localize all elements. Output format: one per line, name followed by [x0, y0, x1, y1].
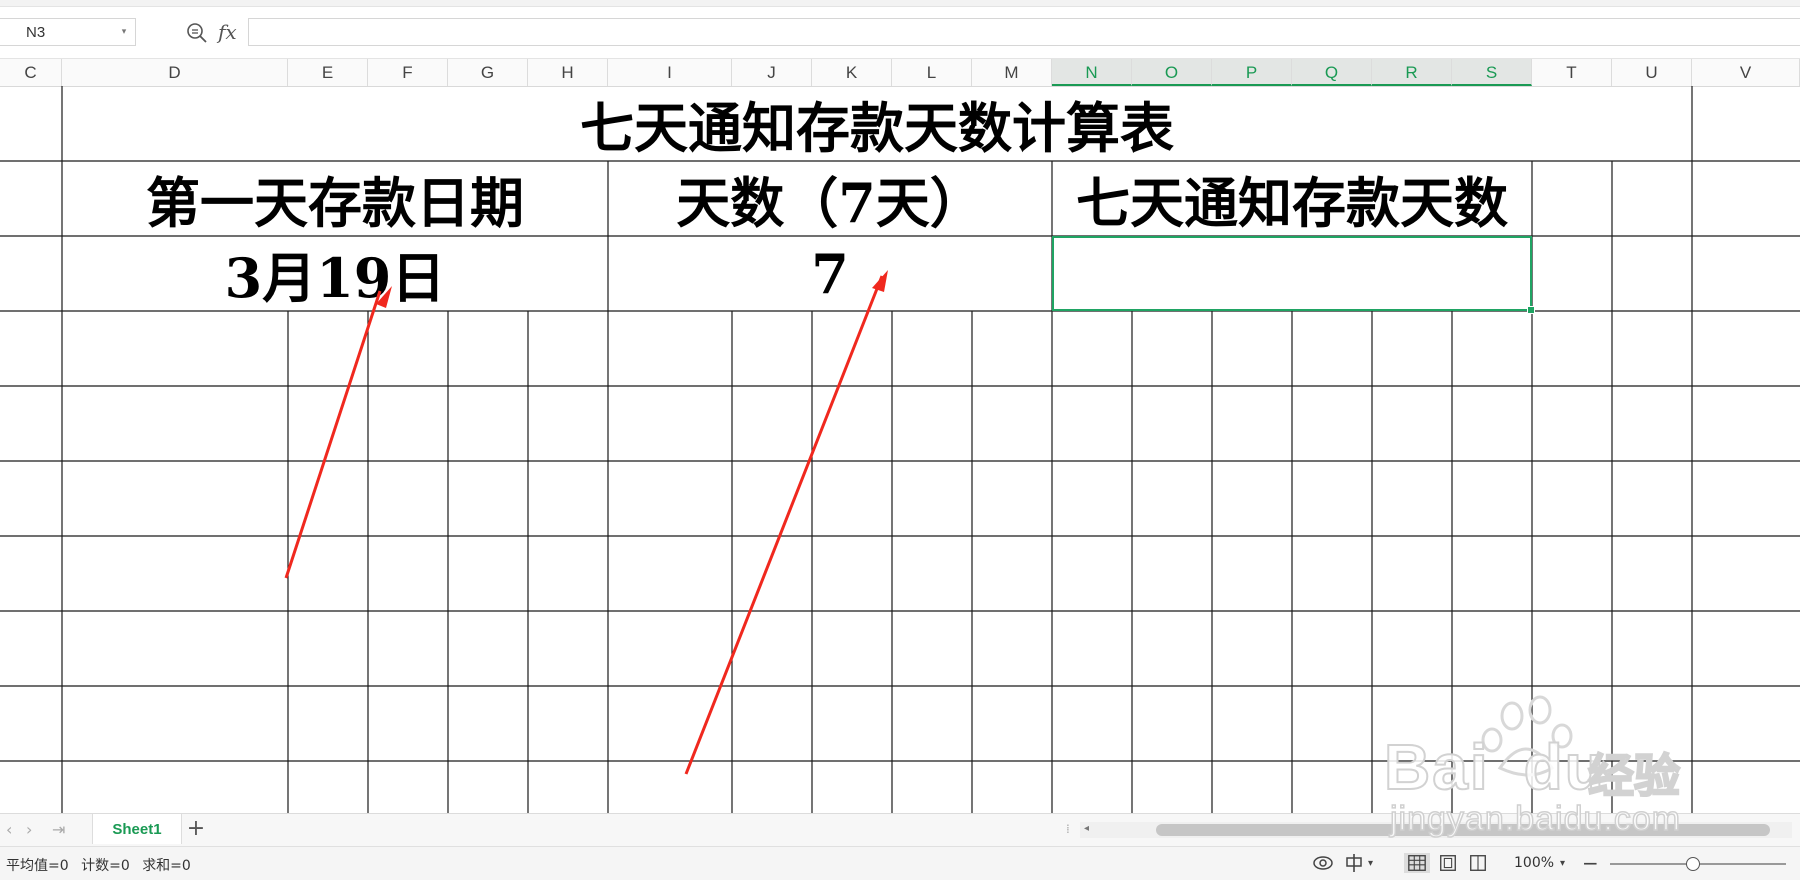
- scroll-thumb[interactable]: [1156, 824, 1770, 836]
- column-header-d[interactable]: D: [62, 59, 288, 86]
- formula-input[interactable]: [248, 18, 1800, 46]
- column-header-i[interactable]: I: [608, 59, 732, 86]
- header-first-day[interactable]: 第一天存款日期: [62, 161, 608, 236]
- value-first-day[interactable]: 3月19日: [62, 236, 608, 311]
- header-notice-days[interactable]: 七天通知存款天数: [1052, 161, 1532, 236]
- zoom-search-icon[interactable]: [186, 22, 208, 44]
- column-header-o[interactable]: O: [1132, 59, 1212, 86]
- status-count: 计数=0: [81, 858, 130, 874]
- page-layout-icon[interactable]: [1436, 853, 1460, 873]
- column-header-h[interactable]: H: [528, 59, 608, 86]
- tab-sheet1[interactable]: Sheet1: [92, 814, 182, 844]
- column-header-t[interactable]: T: [1532, 59, 1612, 86]
- column-header-g[interactable]: G: [448, 59, 528, 86]
- zoom-slider-knob[interactable]: [1686, 857, 1700, 871]
- zoom-out-icon[interactable]: −: [1582, 851, 1599, 875]
- tab-prev-icon[interactable]: ‹: [6, 820, 12, 839]
- status-sum: 求和=0: [142, 858, 191, 874]
- title-strip: [0, 0, 1800, 7]
- eye-protection-icon[interactable]: [1312, 853, 1334, 873]
- column-header-v[interactable]: V: [1692, 59, 1800, 86]
- fill-handle[interactable]: [1527, 306, 1535, 314]
- column-header-k[interactable]: K: [812, 59, 892, 86]
- chevron-down-icon[interactable]: ▾: [119, 27, 129, 37]
- column-header-l[interactable]: L: [892, 59, 972, 86]
- scroll-left-icon[interactable]: ◂: [1084, 823, 1089, 834]
- horizontal-scrollbar[interactable]: ◂: [1080, 822, 1792, 838]
- column-header-f[interactable]: F: [368, 59, 448, 86]
- zoom-level[interactable]: 100%: [1514, 855, 1554, 871]
- column-header-s[interactable]: S: [1452, 59, 1532, 86]
- sheet-title[interactable]: 七天通知存款天数计算表: [62, 86, 1692, 161]
- column-header-r[interactable]: R: [1372, 59, 1452, 86]
- worksheet-grid[interactable]: 七天通知存款天数计算表 第一天存款日期 天数（7天） 七天通知存款天数 3月19…: [0, 86, 1800, 813]
- page-break-icon[interactable]: [1466, 853, 1490, 873]
- normal-view-icon[interactable]: [1404, 853, 1430, 873]
- column-headers: CDEFGHIJKLMNOPQRSTUV: [0, 58, 1800, 87]
- column-header-u[interactable]: U: [1612, 59, 1692, 86]
- selected-cell-n3[interactable]: [1052, 236, 1532, 311]
- header-days[interactable]: 天数（7天）: [608, 161, 1052, 236]
- value-days[interactable]: 7: [608, 236, 1052, 311]
- column-header-n[interactable]: N: [1052, 59, 1132, 86]
- column-header-e[interactable]: E: [288, 59, 368, 86]
- status-average: 平均值=0: [6, 858, 69, 874]
- status-bar: 平均值=0 计数=0 求和=0 ▾ 100% ▾ −: [0, 846, 1800, 880]
- column-header-q[interactable]: Q: [1292, 59, 1372, 86]
- cell-reference: N3: [26, 23, 46, 41]
- tab-last-icon[interactable]: ⇥: [52, 820, 65, 839]
- add-sheet-icon[interactable]: +: [184, 816, 208, 841]
- status-summary: 平均值=0 计数=0 求和=0: [6, 855, 199, 875]
- column-header-c[interactable]: C: [0, 59, 62, 86]
- scroll-splitter-icon[interactable]: ⁞: [1066, 822, 1070, 836]
- column-header-m[interactable]: M: [972, 59, 1052, 86]
- sheet-tab-bar: ‹ › ⇥ Sheet1 + ⁞ ◂: [0, 813, 1800, 846]
- tab-next-icon[interactable]: ›: [26, 820, 32, 839]
- input-method-icon[interactable]: [1344, 853, 1366, 873]
- name-box[interactable]: N3 ▾: [0, 18, 136, 46]
- chevron-down-icon[interactable]: ▾: [1368, 853, 1373, 873]
- function-icon[interactable]: fx: [218, 20, 237, 44]
- chevron-down-icon[interactable]: ▾: [1560, 853, 1565, 873]
- column-header-j[interactable]: J: [732, 59, 812, 86]
- column-header-p[interactable]: P: [1212, 59, 1292, 86]
- formula-bar: N3 ▾ fx: [0, 16, 1800, 50]
